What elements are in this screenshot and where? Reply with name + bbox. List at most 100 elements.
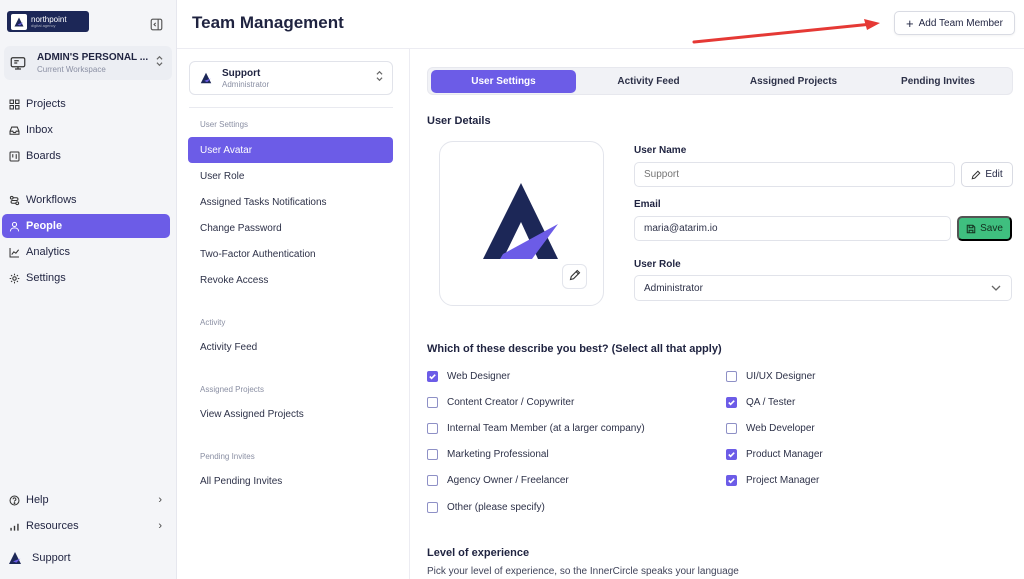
settings-item-all-invites[interactable]: All Pending Invites — [188, 468, 393, 494]
checkbox-empty-icon — [427, 449, 438, 460]
save-label: Save — [980, 223, 1003, 234]
tab-activity-feed[interactable]: Activity Feed — [576, 70, 721, 93]
nav-help[interactable]: Help › — [2, 488, 170, 512]
user-icon — [8, 220, 20, 232]
logo-mark-icon — [11, 13, 27, 30]
settings-item-two-factor[interactable]: Two-Factor Authentication — [188, 241, 393, 267]
checkbox-label: Web Designer — [447, 371, 511, 382]
pencil-icon — [971, 170, 981, 180]
nav-settings[interactable]: Settings — [2, 266, 170, 290]
checkbox-checked-icon — [427, 371, 438, 382]
add-team-member-label: Add Team Member — [918, 17, 1003, 29]
tab-bar: User Settings Activity Feed Assigned Pro… — [427, 67, 1013, 95]
settings-item-assigned-tasks[interactable]: Assigned Tasks Notifications — [188, 189, 393, 215]
nav-boards[interactable]: Boards — [2, 144, 170, 168]
checkbox-label: Product Manager — [746, 449, 823, 460]
logo-text: northpoint digital agency — [31, 14, 67, 28]
checkbox-label: UI/UX Designer — [746, 371, 816, 382]
nav-label: Resources — [26, 520, 79, 532]
checkbox-empty-icon — [427, 502, 438, 513]
checkbox-label: Web Developer — [746, 423, 815, 434]
checkbox-web-designer[interactable]: Web Designer — [427, 371, 510, 382]
settings-item-view-projects[interactable]: View Assigned Projects — [188, 401, 393, 427]
checkbox-internal-team-member[interactable]: Internal Team Member (at a larger compan… — [427, 423, 645, 434]
user-role-value: Administrator — [644, 282, 703, 294]
app-logo[interactable]: northpoint digital agency — [7, 11, 89, 32]
user-avatar-icon — [6, 549, 24, 567]
checkbox-web-developer[interactable]: Web Developer — [726, 423, 815, 434]
checkbox-product-manager[interactable]: Product Manager — [726, 449, 823, 460]
checkbox-content-creator[interactable]: Content Creator / Copywriter — [427, 397, 574, 408]
workspace-switcher[interactable]: ADMIN'S PERSONAL ... Current Workspace — [4, 46, 172, 80]
switch-chevrons-icon — [375, 69, 384, 87]
edit-avatar-button[interactable] — [562, 264, 587, 289]
nav-analytics[interactable]: Analytics — [2, 240, 170, 264]
user-role-label: User Role — [634, 259, 681, 270]
checkbox-checked-icon — [726, 449, 737, 460]
checkbox-checked-icon — [726, 475, 737, 486]
group-pending-invites: Pending Invites — [200, 452, 255, 461]
edit-name-button[interactable]: Edit — [961, 162, 1013, 187]
user-role-select[interactable]: Administrator — [634, 275, 1012, 301]
analytics-icon — [8, 246, 20, 258]
settings-item-activity-feed[interactable]: Activity Feed — [188, 334, 393, 360]
page-title: Team Management — [192, 13, 344, 32]
experience-title: Level of experience — [427, 547, 530, 559]
user-name-input[interactable] — [634, 162, 955, 187]
checkbox-checked-icon — [726, 397, 737, 408]
nav-label: Analytics — [26, 246, 71, 258]
checkbox-empty-icon — [726, 371, 737, 382]
checkbox-marketing-professional[interactable]: Marketing Professional — [427, 449, 549, 460]
question-title: Which of these describe you best? (Selec… — [427, 343, 722, 355]
checkbox-empty-icon — [427, 475, 438, 486]
help-icon — [8, 494, 20, 506]
tab-assigned-projects[interactable]: Assigned Projects — [721, 70, 866, 93]
selected-user-role: Administrator — [222, 79, 270, 89]
checkbox-project-manager[interactable]: Project Manager — [726, 475, 819, 486]
board-icon — [8, 150, 20, 162]
nav-label: Settings — [26, 272, 66, 284]
current-user[interactable]: Support — [6, 549, 71, 567]
grid-icon — [8, 98, 20, 110]
pencil-icon — [569, 269, 581, 284]
inbox-icon — [8, 124, 20, 136]
checkbox-empty-icon — [726, 423, 737, 434]
edit-label: Edit — [985, 169, 1003, 180]
tab-user-settings[interactable]: User Settings — [431, 70, 576, 93]
settings-item-revoke-access[interactable]: Revoke Access — [188, 267, 393, 293]
add-team-member-button[interactable]: + Add Team Member — [894, 11, 1015, 35]
selected-user-name: Support — [222, 67, 261, 79]
app-root: northpoint digital agency ADMIN'S PERSONA… — [0, 0, 1024, 579]
checkbox-label: Other (please specify) — [447, 502, 545, 513]
nav-workflows[interactable]: Workflows — [2, 188, 170, 212]
checkbox-ui-ux-designer[interactable]: UI/UX Designer — [726, 371, 815, 382]
checkbox-agency-owner[interactable]: Agency Owner / Freelancer — [427, 475, 569, 486]
tab-pending-invites[interactable]: Pending Invites — [866, 70, 1010, 93]
switch-chevrons-icon — [155, 54, 164, 72]
workspace-icon — [7, 52, 29, 74]
nav-label: Help — [26, 494, 49, 506]
nav-label: People — [26, 220, 63, 232]
checkbox-empty-icon — [427, 397, 438, 408]
experience-subtitle: Pick your level of experience, so the In… — [427, 566, 739, 577]
checkbox-other[interactable]: Other (please specify) — [427, 502, 545, 513]
checkbox-label: Project Manager — [746, 475, 820, 486]
email-field[interactable]: maria@atarim.io — [634, 216, 951, 241]
save-button[interactable]: Save — [957, 216, 1012, 241]
group-user-settings: User Settings — [200, 120, 249, 129]
user-logo-icon — [198, 70, 214, 86]
checkbox-label: Agency Owner / Freelancer — [447, 475, 569, 486]
nav-label: Inbox — [26, 124, 53, 136]
checkbox-qa-tester[interactable]: QA / Tester — [726, 397, 795, 408]
settings-item-user-avatar[interactable]: User Avatar — [188, 137, 393, 163]
nav-projects[interactable]: Projects — [2, 92, 170, 116]
workspace-subtitle: Current Workspace — [37, 65, 106, 74]
user-selector[interactable]: Support Administrator — [189, 61, 393, 95]
nav-people[interactable]: People — [2, 214, 170, 238]
workflow-icon — [8, 194, 20, 206]
nav-inbox[interactable]: Inbox — [2, 118, 170, 142]
nav-resources[interactable]: Resources › — [2, 514, 170, 538]
settings-item-user-role[interactable]: User Role — [188, 163, 393, 189]
collapse-sidebar-icon[interactable] — [150, 18, 164, 32]
settings-item-change-password[interactable]: Change Password — [188, 215, 393, 241]
